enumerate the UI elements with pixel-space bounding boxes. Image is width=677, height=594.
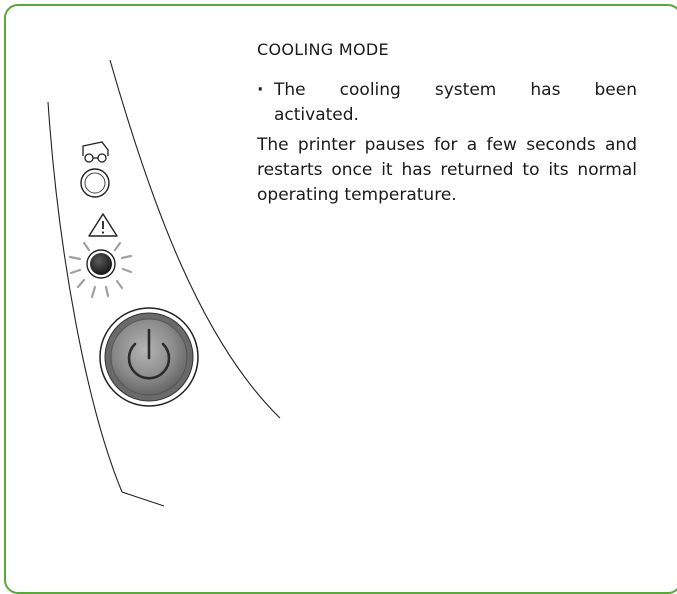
power-button[interactable] (99, 307, 199, 407)
warning-led-blinking (68, 241, 133, 299)
ribbon-led (80, 168, 110, 198)
bullet-list: The cooling system has been activated. (257, 78, 637, 128)
section-title: COOLING MODE (257, 40, 389, 59)
warning-icon (88, 213, 118, 237)
ribbon-icon (82, 141, 109, 163)
body-paragraph: The printer pauses for a few seconds and… (257, 135, 637, 205)
bullet-line-2: activated. (274, 105, 359, 125)
bullet-item: The cooling system has been activated. (257, 78, 637, 128)
bullet-line-1: The cooling system has been (274, 80, 637, 100)
cooling-mode-section: COOLING MODE The cooling system has been… (257, 38, 637, 208)
